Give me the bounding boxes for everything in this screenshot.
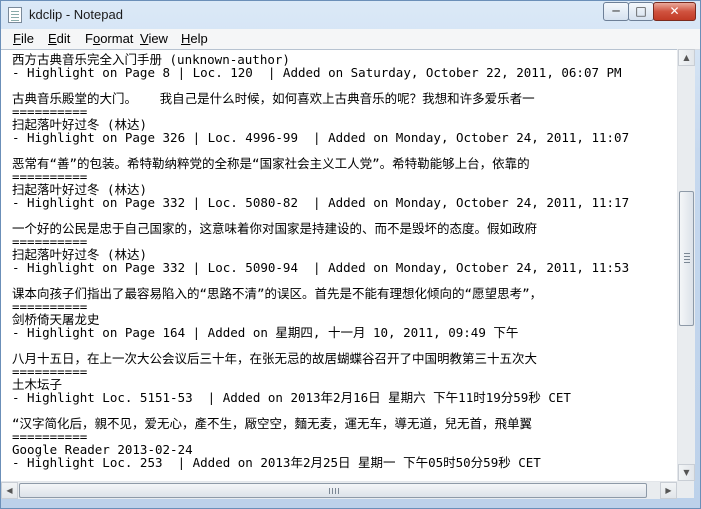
horizontal-scroll-thumb[interactable] (19, 483, 647, 498)
minimize-button[interactable]: ─ (603, 2, 629, 21)
text-line: “汉字简化后，親不见，爱无心，產不生，厰空空，麵无麦，運无车，導无道，兒无首，飛… (12, 416, 533, 431)
notepad-window: kdclip - Notepad ─ □ ✕ File Edit Foormat… (0, 0, 701, 509)
close-button[interactable]: ✕ (653, 2, 696, 21)
text-line: - Highlight on Page 8 | Loc. 120 | Added… (12, 65, 622, 80)
maximize-button[interactable]: □ (628, 2, 654, 21)
size-grip-corner[interactable] (677, 481, 694, 498)
horizontal-scrollbar[interactable]: ◀ ▶ (1, 481, 677, 499)
text-line: - Highlight on Page 332 | Loc. 5090-94 |… (12, 260, 630, 275)
grip-icon (684, 253, 690, 254)
grip-icon (329, 488, 330, 494)
scroll-left-button[interactable]: ◀ (1, 482, 18, 499)
menu-view[interactable]: View (140, 31, 168, 46)
menu-file[interactable]: File (13, 31, 34, 46)
text-line: - Highlight on Page 332 | Loc. 5080-82 |… (12, 195, 630, 210)
window-title: kdclip - Notepad (29, 7, 123, 22)
menu-bar: File Edit Foormat View Help (1, 29, 700, 50)
text-line: 古典音乐殿堂的大门。 我自己是什么时候，如何喜欢上古典音乐的呢？我想和许多爱乐者… (12, 91, 535, 106)
text-line: - Highlight on Page 164 | Added on 星期四, … (12, 325, 519, 340)
title-bar[interactable]: kdclip - Notepad ─ □ ✕ (1, 1, 700, 29)
text-line: 一个好的公民是忠于自己国家的，这意味着你对国家是持建设的、而不是毁坏的态度。假如… (12, 221, 538, 236)
vertical-scroll-thumb[interactable] (679, 191, 694, 326)
scroll-down-button[interactable]: ▼ (678, 464, 695, 481)
text-line: 课本向孩子们指出了最容易陷入的“思路不清”的误区。首先是不能有理想化倾向的“愿望… (12, 286, 543, 301)
text-editor-area[interactable]: 西方古典音乐完全入门手册 (unknown-author) - Highlight… (1, 49, 677, 482)
menu-help[interactable]: Help (181, 31, 208, 46)
notepad-app-icon[interactable] (8, 7, 22, 23)
text-line: - Highlight on Page 326 | Loc. 4996-99 |… (12, 130, 630, 145)
text-line: - Highlight Loc. 5151-53 | Added on 2013… (12, 390, 571, 405)
text-line: 八月十五日，在上一次大公会议后三十年，在张无忌的故居蝴蝶谷召开了中国明教第三十五… (12, 351, 538, 366)
text-line: - Highlight Loc. 253 | Added on 2013年2月2… (12, 455, 541, 470)
menu-format[interactable]: Foormat (85, 31, 133, 46)
menu-edit[interactable]: Edit (48, 31, 70, 46)
vertical-scrollbar[interactable]: ▲ ▼ (677, 49, 695, 481)
text-line: 恶常有“善”的包装。希特勒纳粹党的全称是“国家社会主义工人党”。希特勒能够上台，… (12, 156, 530, 171)
scroll-up-button[interactable]: ▲ (678, 49, 695, 66)
scroll-right-button[interactable]: ▶ (660, 482, 677, 499)
